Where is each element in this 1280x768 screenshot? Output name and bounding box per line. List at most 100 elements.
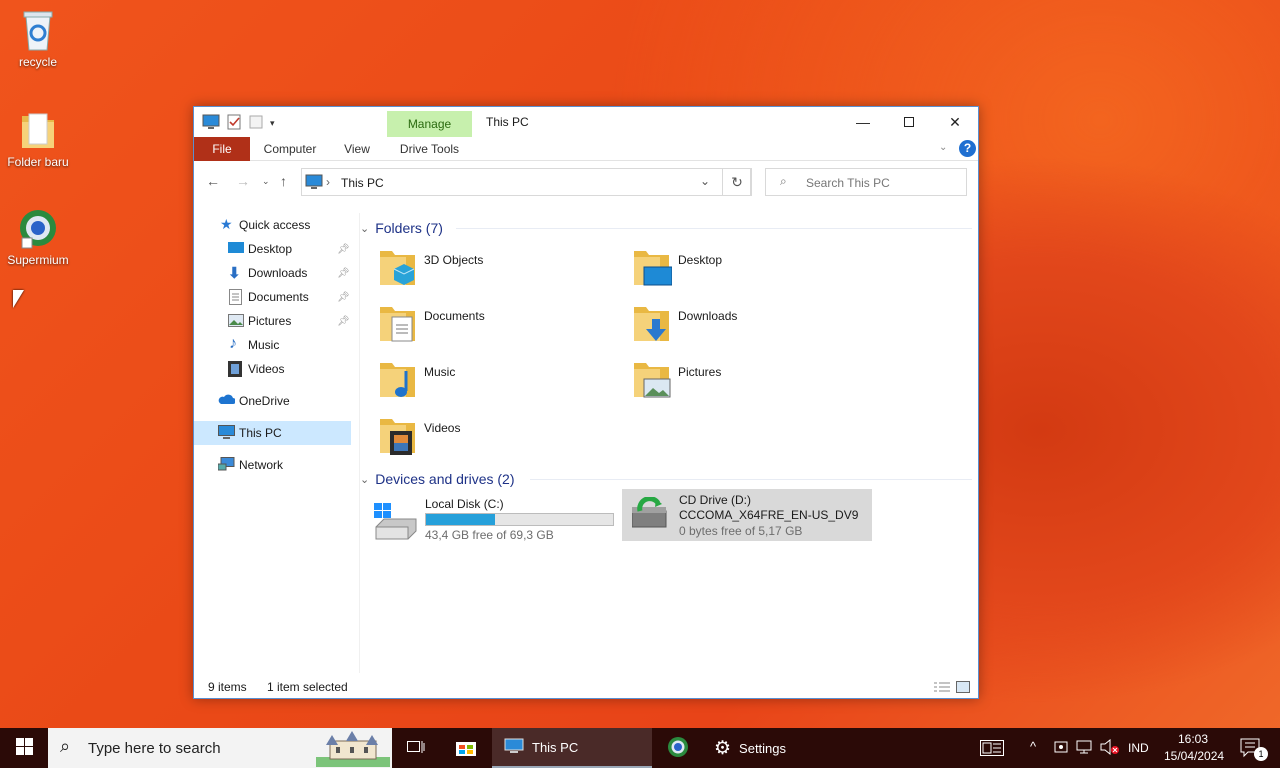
folder-item[interactable]: Videos (378, 413, 618, 461)
title-bar: ▾ Manage This PC — ✕ (194, 107, 978, 137)
videos-icon (228, 361, 244, 377)
properties-icon[interactable] (226, 114, 242, 133)
computer-icon (305, 174, 323, 193)
back-button[interactable]: ← (206, 173, 220, 189)
breadcrumb-separator: › (326, 175, 330, 189)
folder-icon (18, 108, 58, 152)
drive-item-d[interactable]: CD Drive (D:) CCCOMA_X64FRE_EN-US_DV9 0 … (622, 489, 872, 541)
drive-volume-label: CCCOMA_X64FRE_EN-US_DV9 (679, 508, 859, 522)
start-button[interactable] (0, 728, 48, 768)
taskbar-app-settings[interactable]: ⚙ Settings (704, 728, 814, 768)
clock-time[interactable]: 16:03 (1178, 732, 1208, 746)
minimize-icon: — (856, 114, 870, 130)
pin-icon: 📌︎ (337, 291, 350, 303)
refresh-button[interactable]: ↻ (722, 168, 752, 196)
quick-access-toolbar: ▾ (202, 114, 275, 133)
new-folder-icon[interactable] (248, 114, 264, 133)
folder-item[interactable]: Downloads (632, 301, 872, 349)
desktop-icon-supermium[interactable]: Supermium (0, 206, 76, 267)
nav-videos[interactable]: Videos (194, 357, 351, 381)
tab-view[interactable]: View (334, 137, 380, 161)
download-icon: ⬇ (228, 265, 241, 282)
browser-icon (18, 206, 58, 250)
section-divider (530, 479, 972, 480)
nav-onedrive[interactable]: OneDrive (194, 389, 351, 413)
tab-manage[interactable]: Manage (387, 111, 472, 137)
up-button[interactable]: ↑ (280, 173, 287, 189)
help-icon[interactable]: ? (959, 140, 976, 157)
usage-bar (425, 513, 614, 526)
desktop-icon-folder[interactable]: Folder baru (0, 108, 76, 169)
forward-button[interactable]: → (236, 173, 250, 189)
news-widget-icon[interactable] (980, 740, 1004, 759)
address-dropdown-icon[interactable]: ⌄ (700, 174, 710, 188)
close-button[interactable]: ✕ (932, 107, 978, 137)
chevron-down-icon[interactable]: ▾ (270, 118, 275, 129)
taskbar-app-this-pc[interactable]: This PC (492, 728, 652, 768)
store-button[interactable] (446, 728, 486, 768)
search-input[interactable]: ⌕ Search This PC (765, 168, 967, 196)
status-bar: 9 items 1 item selected (194, 677, 978, 699)
input-language-indicator[interactable]: IND (1128, 741, 1149, 755)
desktop-icon (228, 242, 244, 258)
nav-downloads[interactable]: ⬇ Downloads 📌︎ (194, 261, 351, 285)
nav-documents[interactable]: Documents 📌︎ (194, 285, 351, 309)
folder-item[interactable]: 3D Objects (378, 245, 618, 293)
taskbar: ⌕ Type here to search This PC ⚙ Settings… (0, 728, 1280, 768)
nav-quick-access[interactable]: ★ Quick access (194, 213, 351, 237)
content-pane: ⌄ Folders (7) 3D Objects Desktop Documen… (360, 213, 972, 673)
maximize-button[interactable] (886, 107, 932, 137)
folder-item[interactable]: Pictures (632, 357, 872, 405)
ribbon-tabs: File Computer View Drive Tools ⌄ ? (194, 137, 978, 161)
tab-computer[interactable]: Computer (256, 137, 324, 161)
clock-date[interactable]: 15/04/2024 (1164, 749, 1224, 763)
meet-now-icon[interactable] (1054, 740, 1068, 757)
music-folder-icon (378, 357, 418, 401)
pin-icon: 📌︎ (337, 243, 350, 255)
3d-objects-icon (378, 245, 418, 289)
nav-music[interactable]: ♪ Music (194, 333, 351, 357)
nav-desktop[interactable]: Desktop 📌︎ (194, 237, 351, 261)
maximize-icon (904, 117, 914, 127)
chevron-up-icon[interactable]: ^ (1030, 739, 1036, 754)
tab-drive-tools[interactable]: Drive Tools (387, 137, 472, 161)
usage-bar-fill (426, 514, 496, 525)
desktop-folder-icon (632, 245, 673, 289)
task-view-button[interactable] (396, 728, 436, 768)
taskbar-app-browser[interactable] (656, 728, 700, 768)
tab-file[interactable]: File (194, 137, 250, 161)
navigation-pane: ★ Quick access Desktop 📌︎ ⬇ Downloads 📌︎… (194, 213, 354, 683)
taskbar-search-input[interactable]: ⌕ Type here to search (48, 728, 392, 768)
drive-name: Local Disk (C:) (425, 497, 504, 511)
system-tray: ^ IND 16:03 15/04/2024 1 (978, 728, 1280, 768)
address-bar[interactable]: › This PC ⌄ (301, 168, 751, 196)
volume-muted-icon[interactable] (1100, 738, 1120, 758)
folder-item[interactable]: Music (378, 357, 618, 405)
network-icon[interactable] (1076, 740, 1092, 757)
large-icons-view-icon[interactable] (956, 681, 970, 696)
documents-folder-icon (378, 301, 418, 345)
drive-item-c[interactable]: Local Disk (C:) 43,4 GB free of 69,3 GB (370, 493, 620, 545)
recent-locations-button[interactable]: ⌄ (262, 176, 270, 187)
windows-drive-icon (374, 503, 418, 544)
details-view-icon[interactable] (934, 682, 950, 696)
item-count: 9 items (208, 680, 247, 694)
drive-name: CD Drive (D:) (679, 493, 751, 507)
devices-section-header[interactable]: ⌄ Devices and drives (2) (360, 470, 972, 488)
folder-item[interactable]: Documents (378, 301, 618, 349)
desktop-icon-recycle[interactable]: recycle (0, 8, 76, 69)
notification-badge: 1 (1254, 747, 1268, 761)
minimize-button[interactable]: — (840, 107, 886, 137)
cd-drive-icon (631, 496, 668, 532)
drive-free-space: 43,4 GB free of 69,3 GB (425, 528, 554, 542)
nav-network[interactable]: Network (194, 453, 351, 477)
ribbon-expand-icon[interactable]: ⌄ (939, 142, 947, 153)
computer-icon[interactable] (202, 114, 220, 133)
nav-this-pc[interactable]: This PC (194, 421, 351, 445)
explorer-icon (504, 738, 524, 757)
folders-section-header[interactable]: ⌄ Folders (7) (360, 219, 972, 237)
nav-pictures[interactable]: Pictures 📌︎ (194, 309, 351, 333)
videos-folder-icon (378, 413, 418, 457)
document-icon (229, 289, 245, 305)
folder-item[interactable]: Desktop (632, 245, 872, 293)
